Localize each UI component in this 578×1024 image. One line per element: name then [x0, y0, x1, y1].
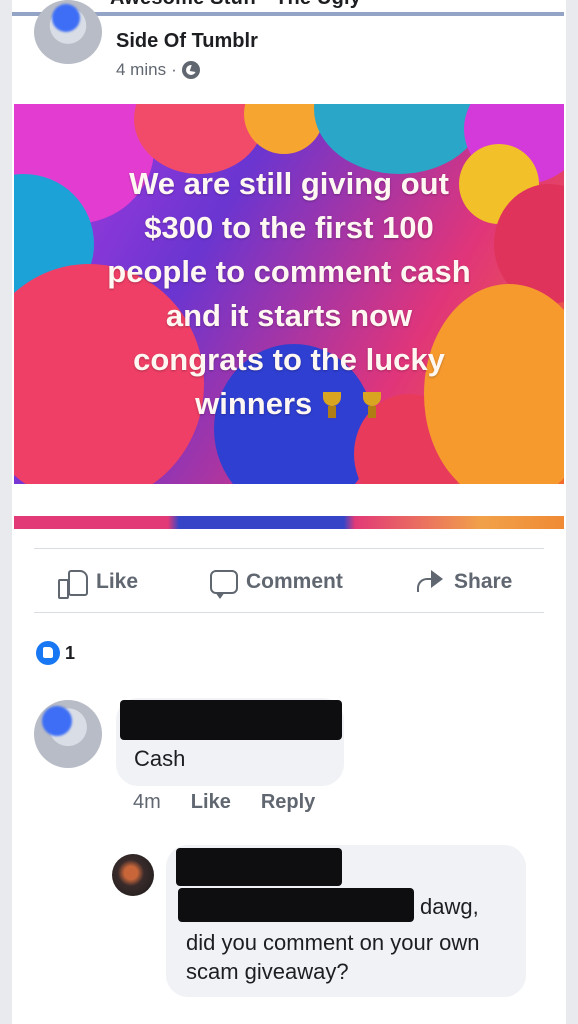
image-strip: [14, 516, 564, 529]
caption-line: congrats to the lucky: [133, 342, 445, 377]
redacted-name: [120, 700, 342, 740]
caption-line: and it starts now: [165, 298, 413, 333]
reaction-count: 1: [65, 642, 76, 663]
caption-last-line: winners: [14, 382, 564, 426]
meta-separator: ·: [171, 60, 177, 79]
comment-actions: 4m Like Reply: [133, 791, 315, 814]
post-meta: 4 mins ·: [116, 60, 200, 80]
trophy-icon: [321, 392, 343, 418]
divider: [34, 548, 544, 549]
divider: [34, 612, 544, 613]
like-reaction-icon: [36, 641, 60, 665]
caption-line: winners: [195, 386, 313, 421]
comment-time[interactable]: 4m: [133, 791, 161, 814]
like-button[interactable]: Like: [58, 566, 139, 599]
comment-icon: [210, 570, 238, 599]
post-time[interactable]: 4 mins: [116, 60, 166, 80]
comment-label: Comment: [246, 570, 343, 593]
image-caption: We are still giving out $300 to the firs…: [14, 162, 564, 426]
redacted-text: [178, 888, 414, 922]
page-avatar[interactable]: [34, 0, 102, 64]
comment-button[interactable]: Comment: [210, 566, 343, 599]
reply-text: did you comment on your own scam giveawa…: [186, 930, 480, 984]
replier-avatar[interactable]: [112, 854, 154, 896]
like-label: Like: [96, 570, 139, 593]
comment-like-link[interactable]: Like: [191, 791, 231, 814]
balloon: [244, 104, 324, 154]
page-name[interactable]: Side Of Tumblr: [116, 30, 258, 53]
thumbs-up-icon: [58, 568, 88, 599]
comment-text: Cash: [134, 746, 186, 771]
share-icon: [414, 569, 446, 595]
trophy-icon: [361, 392, 383, 418]
share-label: Share: [454, 570, 513, 593]
redacted-name: [176, 848, 342, 886]
cut-off-header-text: Awesome Stuff - The Ugly: [110, 0, 470, 16]
reaction-summary[interactable]: 1: [36, 641, 75, 665]
share-button[interactable]: Share: [414, 566, 512, 598]
comment-reply-link[interactable]: Reply: [261, 791, 315, 814]
caption-line: people to comment cash: [107, 254, 471, 289]
globe-icon: [181, 61, 200, 79]
caption-line: We are still giving out: [129, 166, 449, 201]
post-image[interactable]: We are still giving out $300 to the firs…: [14, 104, 564, 484]
commenter-avatar[interactable]: [34, 700, 102, 768]
caption-line: $300 to the first 100: [144, 210, 434, 245]
reply-text-first: dawg,: [420, 894, 479, 919]
